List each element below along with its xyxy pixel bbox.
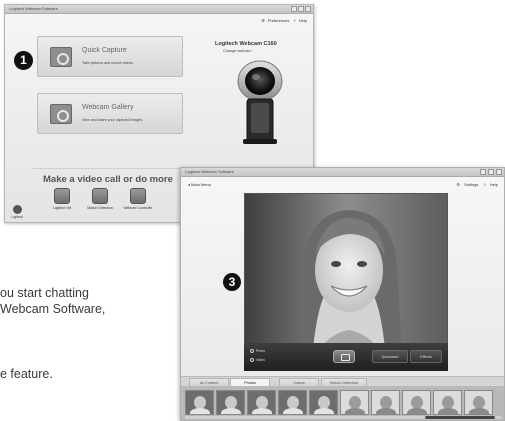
- quickstart-button[interactable]: Quickstart: [372, 350, 408, 363]
- webcam-gallery-button[interactable]: Webcam Gallery View and share your captu…: [37, 93, 183, 134]
- instruction-line-2: Webcam Software,: [0, 302, 106, 316]
- photo-mode-label: Photo: [256, 349, 266, 353]
- quick-capture-label: Quick Capture: [82, 47, 127, 54]
- gallery-thumbnail[interactable]: [371, 390, 400, 415]
- app-logitech-vid[interactable]: Logitech Vid: [45, 188, 79, 210]
- gallery-thumbnail[interactable]: [402, 390, 431, 415]
- photo-mode-radio[interactable]: Photo: [250, 349, 266, 354]
- gallery-thumbnail[interactable]: [247, 390, 276, 415]
- minimize-button[interactable]: [291, 6, 297, 12]
- gallery-thumbnail[interactable]: [185, 390, 214, 415]
- close-button[interactable]: [496, 169, 502, 175]
- gallery-thumbnail[interactable]: [278, 390, 307, 415]
- webcam-controller-icon: [130, 188, 146, 204]
- quick-capture-description: Take pictures and record videos.: [82, 61, 134, 65]
- callout-number-badge: 3: [223, 273, 241, 291]
- app-label: Motion Detection: [87, 206, 113, 210]
- thumbnail-strip: [181, 386, 504, 420]
- vid-icon: [54, 188, 70, 204]
- motion-detection-icon: [92, 188, 108, 204]
- back-arrow-icon: ◂: [188, 182, 191, 187]
- window-title: Logitech Webcam Software: [185, 169, 234, 174]
- close-button[interactable]: [305, 6, 311, 12]
- effects-button[interactable]: Effects: [410, 350, 442, 363]
- help-icon: ?: [293, 18, 296, 23]
- video-mode-radio[interactable]: Video: [250, 358, 265, 363]
- quick-capture-button[interactable]: Quick Capture Take pictures and record v…: [37, 36, 183, 77]
- video-mode-label: Video: [256, 358, 265, 362]
- camera-icon: [50, 47, 72, 67]
- gallery-thumbnail[interactable]: [309, 390, 338, 415]
- logo-text: Logitech: [10, 215, 24, 219]
- thumbnail-scrollbar[interactable]: [185, 416, 502, 419]
- gallery-tabs: All Content Photos Videos Motion Detecti…: [181, 376, 504, 387]
- webcam-gallery-label: Webcam Gallery: [82, 104, 134, 111]
- gear-icon: ⚙: [456, 182, 460, 187]
- header-links: ⚙ Preferences ? Help: [258, 18, 307, 23]
- maximize-button[interactable]: [488, 169, 494, 175]
- header-links: ⚙ Settings ? Help: [452, 182, 498, 187]
- window-title: Logitech Webcam Software: [9, 6, 58, 11]
- app-label: Webcam Controller: [123, 206, 153, 210]
- help-icon: ?: [483, 182, 486, 187]
- gallery-thumbnail[interactable]: [464, 390, 493, 415]
- title-bar: Logitech Webcam Software: [5, 5, 313, 14]
- help-link[interactable]: Help: [299, 18, 307, 23]
- gallery-thumbnail[interactable]: [433, 390, 462, 415]
- callout-number-badge: 1: [14, 51, 33, 70]
- maximize-button[interactable]: [298, 6, 304, 12]
- camera-name: Logitech Webcam C160: [215, 41, 277, 47]
- change-webcam-link[interactable]: Change webcam: [223, 49, 252, 53]
- logitech-logo: Logitech: [10, 205, 24, 219]
- settings-link[interactable]: Settings: [464, 182, 478, 187]
- gallery-thumbnail[interactable]: [216, 390, 245, 415]
- quick-capture-window: Logitech Webcam Software ◂ Main Menu ⚙ Se…: [180, 167, 505, 421]
- app-webcam-controller[interactable]: Webcam Controller: [121, 188, 155, 210]
- minimize-button[interactable]: [480, 169, 486, 175]
- instruction-line-3: e feature.: [0, 367, 53, 381]
- app-motion-detection[interactable]: Motion Detection: [83, 188, 117, 210]
- help-link[interactable]: Help: [490, 182, 498, 187]
- instruction-line-1: ou start chatting: [0, 286, 89, 300]
- section-heading: Make a video call or do more: [43, 174, 173, 185]
- app-label: Logitech Vid: [52, 206, 72, 210]
- capture-button[interactable]: [333, 350, 355, 363]
- main-menu-label: Main Menu: [191, 182, 211, 187]
- capture-control-bar: Photo Video Quickstart Effects: [244, 343, 448, 371]
- scrollbar-thumb[interactable]: [425, 416, 495, 419]
- gear-icon: ⚙: [261, 18, 265, 23]
- main-menu-link[interactable]: ◂ Main Menu: [188, 182, 211, 187]
- webcam-gallery-description: View and share your captured images.: [82, 118, 144, 122]
- webcam-image: [237, 60, 283, 144]
- logitech-mark-icon: [12, 205, 22, 214]
- title-bar: Logitech Webcam Software: [181, 168, 504, 177]
- gallery-thumbnail[interactable]: [340, 390, 369, 415]
- gallery-icon: [50, 104, 72, 124]
- preferences-link[interactable]: Preferences: [268, 18, 290, 23]
